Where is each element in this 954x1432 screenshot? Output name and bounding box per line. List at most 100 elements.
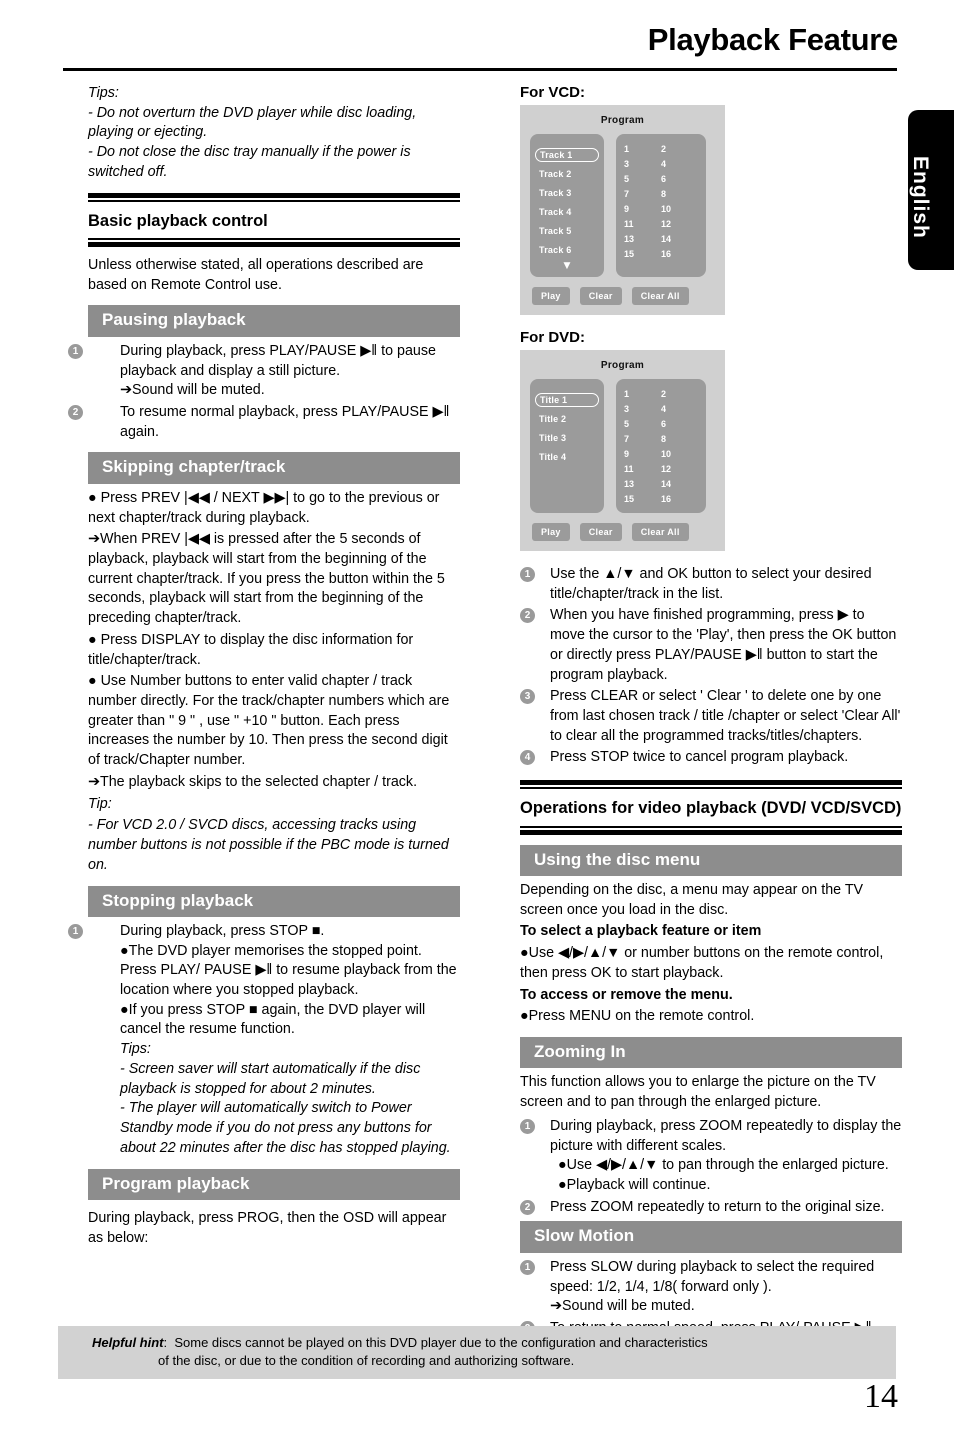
osd-vcd-number-grid[interactable]: 1 2 3 4 5 6 7 8 9 10 11 12 13 14 15 16 bbox=[616, 134, 706, 277]
osd-vcd-slot[interactable]: 8 bbox=[661, 189, 698, 199]
osd-dvd-slot[interactable]: 5 bbox=[624, 419, 661, 429]
step-number-badge: 1 bbox=[520, 567, 535, 582]
step-text: Press CLEAR or select ' Clear ' to delet… bbox=[550, 688, 901, 744]
osd-dvd-slot[interactable]: 8 bbox=[661, 434, 698, 444]
osd-dvd-clear-all-button[interactable]: Clear All bbox=[631, 523, 689, 541]
osd-vcd-track-item[interactable]: Track 3 bbox=[535, 186, 599, 200]
osd-vcd-slot[interactable]: 4 bbox=[661, 159, 698, 169]
step-number-badge: 1 bbox=[68, 923, 83, 939]
osd-dvd-number-grid[interactable]: 1 2 3 4 5 6 7 8 9 10 11 12 13 14 15 16 bbox=[616, 379, 706, 513]
bar-stopping-playback: Stopping playback bbox=[88, 885, 460, 917]
step-text: During playback, press STOP ■. bbox=[120, 922, 325, 939]
list-item: 1 During playback, press ZOOM repeatedly… bbox=[520, 1117, 902, 1196]
osd-vcd-slot[interactable]: 1 bbox=[624, 144, 661, 154]
language-tab-label: English bbox=[909, 155, 932, 239]
osd-vcd-track-item[interactable]: Track 2 bbox=[535, 167, 599, 181]
osd-dvd-slot[interactable]: 4 bbox=[661, 404, 698, 414]
step-number-badge: 3 bbox=[520, 689, 535, 705]
osd-vcd-track-item[interactable]: Track 5 bbox=[535, 224, 599, 238]
osd-vcd-slot[interactable]: 6 bbox=[661, 174, 698, 184]
osd-vcd-body: Track 1 Track 2 Track 3 Track 4 Track 5 … bbox=[530, 134, 715, 277]
helpful-hint-line-1: Some discs cannot be played on this DVD … bbox=[174, 1335, 708, 1350]
stopping-bullet-1: ●The DVD player memorises the stopped po… bbox=[120, 942, 457, 999]
osd-dvd-title-item[interactable]: Title 4 bbox=[535, 450, 599, 464]
osd-dvd-play-button[interactable]: Play bbox=[532, 523, 570, 541]
osd-dvd-slot[interactable]: 1 bbox=[624, 389, 661, 399]
osd-dvd-slot[interactable]: 6 bbox=[661, 419, 698, 429]
page-title: Playback Feature bbox=[647, 22, 899, 57]
osd-vcd-track-item[interactable]: Track 4 bbox=[535, 205, 599, 219]
step-text: Press ZOOM repeatedly to return to the o… bbox=[550, 1198, 885, 1215]
osd-dvd-slot[interactable]: 12 bbox=[661, 464, 698, 474]
left-column: Tips: - Do not overturn the DVD player w… bbox=[68, 84, 460, 1248]
step-number-badge: 4 bbox=[520, 750, 535, 766]
osd-dvd-slot[interactable]: 3 bbox=[624, 404, 661, 414]
osd-dvd-body: Title 1 Title 2 Title 3 Title 4 1 2 3 4 … bbox=[530, 379, 715, 513]
osd-vcd-play-button[interactable]: Play bbox=[532, 287, 570, 305]
stopping-tip-2: - The player will automatically switch t… bbox=[120, 1100, 451, 1156]
osd-vcd-slot[interactable]: 5 bbox=[624, 174, 661, 184]
skipping-para-4: ● Use Number buttons to enter valid chap… bbox=[88, 673, 450, 769]
osd-dvd-title-item-selected[interactable]: Title 1 bbox=[535, 393, 599, 407]
osd-vcd-slot[interactable]: 14 bbox=[661, 234, 698, 244]
list-item: 2 When you have finished programming, pr… bbox=[520, 606, 902, 685]
bar-pausing-playback: Pausing playback bbox=[88, 305, 460, 337]
osd-vcd-slot[interactable]: 9 bbox=[624, 204, 661, 214]
osd-dvd-slot[interactable]: 15 bbox=[624, 494, 661, 504]
step-number-badge: 1 bbox=[68, 343, 83, 359]
osd-vcd-clear-button[interactable]: Clear bbox=[579, 287, 622, 305]
divider-below-operations bbox=[520, 825, 902, 835]
disc-menu-intro: Depending on the disc, a menu may appear… bbox=[520, 882, 864, 918]
osd-dvd-slot[interactable]: 13 bbox=[624, 479, 661, 489]
osd-vcd-slot[interactable]: 12 bbox=[661, 219, 698, 229]
disc-menu-sub2: To access or remove the menu. bbox=[520, 986, 733, 1003]
list-item: 3 Press CLEAR or select ' Clear ' to del… bbox=[520, 687, 902, 746]
skipping-tip-text: - For VCD 2.0 / SVCD discs, accessing tr… bbox=[88, 817, 449, 873]
program-playback-text: During playback, press PROG, then the OS… bbox=[88, 1209, 447, 1246]
osd-dvd-title-list[interactable]: Title 1 Title 2 Title 3 Title 4 bbox=[530, 379, 604, 513]
disc-menu-sub2-text: ●Press MENU on the remote control. bbox=[520, 1008, 755, 1025]
program-steps-list: 1 Use the ▲/▼ and OK button to select yo… bbox=[520, 565, 902, 768]
step-text: Press SLOW during playback to select the… bbox=[550, 1258, 875, 1295]
osd-dvd-title-item[interactable]: Title 2 bbox=[535, 412, 599, 426]
osd-vcd-track-list[interactable]: Track 1 Track 2 Track 3 Track 4 Track 5 … bbox=[530, 134, 604, 277]
intro-tip-2: - Do not close the disc tray manually if… bbox=[88, 144, 411, 180]
osd-dvd-slot[interactable]: 10 bbox=[661, 449, 698, 459]
bar-zooming-in: Zooming In bbox=[520, 1037, 902, 1069]
osd-vcd-track-item-selected[interactable]: Track 1 bbox=[535, 148, 599, 162]
osd-dvd-slot[interactable]: 9 bbox=[624, 449, 661, 459]
osd-vcd-slot[interactable]: 15 bbox=[624, 249, 661, 259]
osd-vcd-slot[interactable]: 7 bbox=[624, 189, 661, 199]
bar-skipping-chapter-track: Skipping chapter/track bbox=[88, 452, 460, 484]
scroll-down-arrow-icon[interactable]: ▼ bbox=[535, 262, 599, 271]
disc-menu-sub1-text: ●Use ◀/▶/▲/▼ or number buttons on the re… bbox=[520, 945, 884, 981]
skipping-para-1: ● Press PREV |◀◀ / NEXT ▶▶| to go to the… bbox=[88, 489, 440, 526]
osd-vcd-slot[interactable]: 10 bbox=[661, 204, 698, 214]
osd-dvd-slot[interactable]: 11 bbox=[624, 464, 661, 474]
step-text: Press STOP twice to cancel program playb… bbox=[550, 749, 849, 766]
osd-vcd-slot[interactable]: 16 bbox=[661, 249, 698, 259]
bar-using-disc-menu: Using the disc menu bbox=[520, 844, 902, 877]
slow-motion-arrow-note: ➔Sound will be muted. bbox=[550, 1298, 695, 1315]
stopping-tips-label: Tips: bbox=[120, 1041, 151, 1058]
osd-vcd-slot[interactable]: 3 bbox=[624, 159, 661, 169]
step-number-badge: 2 bbox=[68, 405, 83, 421]
bar-slow-motion: Slow Motion bbox=[520, 1221, 902, 1253]
osd-dvd-slot[interactable]: 2 bbox=[661, 389, 698, 399]
osd-vcd-slot[interactable]: 13 bbox=[624, 234, 661, 244]
osd-vcd-slot[interactable]: 2 bbox=[661, 144, 698, 154]
osd-dvd-title-item[interactable]: Title 3 bbox=[535, 431, 599, 445]
osd-vcd-track-item[interactable]: Track 6 bbox=[535, 243, 599, 257]
osd-dvd-slot[interactable]: 7 bbox=[624, 434, 661, 444]
osd-dvd-clear-button[interactable]: Clear bbox=[579, 523, 622, 541]
intro-tips: Tips: - Do not overturn the DVD player w… bbox=[88, 84, 460, 183]
osd-vcd-slot[interactable]: 11 bbox=[624, 219, 661, 229]
step-number-badge: 2 bbox=[520, 1199, 535, 1215]
step-number-badge: 1 bbox=[520, 1118, 535, 1134]
zooming-intro: This function allows you to enlarge the … bbox=[520, 1074, 876, 1111]
osd-dvd-buttons: Play Clear Clear All bbox=[530, 523, 715, 541]
osd-vcd-clear-all-button[interactable]: Clear All bbox=[631, 287, 689, 305]
osd-dvd-slot[interactable]: 16 bbox=[661, 494, 698, 504]
osd-dvd-slot[interactable]: 14 bbox=[661, 479, 698, 489]
list-item: 1 Use the ▲/▼ and OK button to select yo… bbox=[520, 565, 902, 604]
